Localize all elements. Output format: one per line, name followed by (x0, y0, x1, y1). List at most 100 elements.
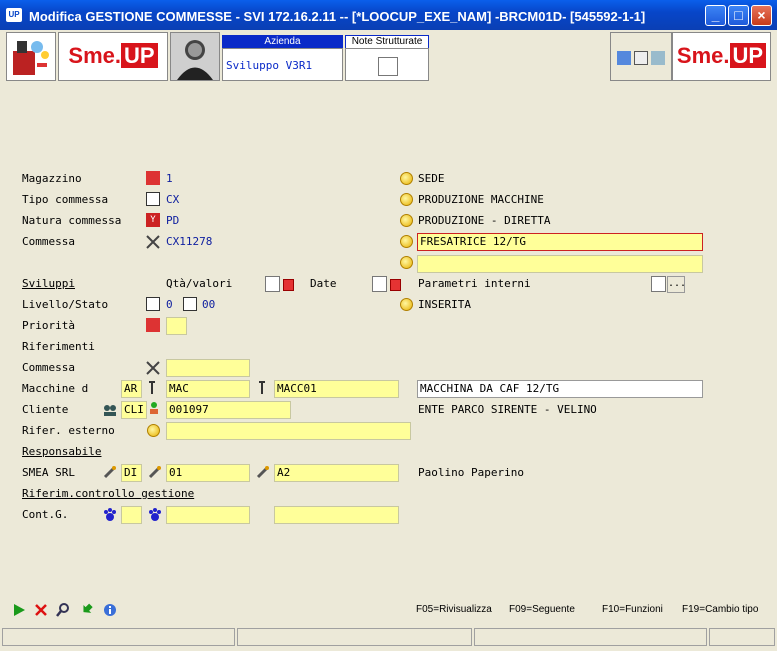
factory-icon (146, 318, 160, 332)
bulb-icon (400, 172, 413, 185)
table-icon (146, 192, 160, 206)
tools-icon (146, 234, 160, 249)
qta-checkbox[interactable] (265, 276, 280, 292)
cliente-value-input[interactable]: 001097 (166, 401, 291, 419)
azienda-header: Azienda (222, 35, 343, 48)
commessa-desc-input[interactable]: FRESATRICE 12/TG (417, 233, 703, 251)
magazzino-label: Magazzino (22, 172, 82, 185)
status-panel-4 (709, 628, 775, 646)
stato-desc: INSERITA (418, 298, 471, 311)
book-icon[interactable] (651, 51, 665, 65)
note-header: Note Strutturate (345, 35, 429, 49)
maximize-button[interactable]: □ (728, 5, 749, 26)
stato-value: 00 (202, 298, 216, 311)
bulb-icon (147, 424, 160, 437)
wrench-icon (256, 464, 270, 479)
monitor-icon[interactable] (617, 51, 631, 65)
f09-key[interactable]: F09=Seguente (509, 604, 575, 615)
bulb-icon (400, 256, 413, 269)
macchine-desc: MACCHINA DA CAF 12/TG (417, 380, 703, 398)
natura-commessa-label: Natura commessa (22, 214, 122, 227)
back-icon[interactable] (80, 602, 94, 616)
f19-key[interactable]: F19=Cambio tipo (682, 604, 758, 615)
bulb-icon (400, 298, 413, 311)
people-icon (103, 402, 117, 416)
pin-icon (258, 380, 266, 394)
search-icon[interactable] (56, 602, 70, 617)
macchine-value2-input[interactable]: MACC01 (274, 380, 399, 398)
smea-label: SMEA SRL (22, 466, 75, 479)
window-title: Modifica GESTIONE COMMESSE - SVI 172.16.… (29, 9, 646, 24)
qta-flag (283, 279, 294, 291)
cont-value2-input[interactable] (274, 506, 399, 524)
cliente-label: Cliente (22, 403, 69, 416)
note-checkbox[interactable] (378, 57, 398, 76)
qta-label: Qtà/valori (166, 277, 233, 290)
table-icon (146, 297, 160, 311)
macchine-label: Macchine d (22, 382, 89, 395)
cancel-icon[interactable] (34, 602, 48, 616)
info-icon[interactable] (103, 602, 117, 616)
macchine-value1-input[interactable]: MAC (166, 380, 250, 398)
responsabile-label: Responsabile (22, 445, 102, 458)
cliente-desc: ENTE PARCO SIRENTE - VELINO (418, 403, 597, 416)
close-button[interactable]: × (751, 5, 772, 26)
pin-icon (148, 380, 156, 394)
cliente-code-input[interactable]: CLI (121, 401, 147, 419)
azienda-value: Sviluppo V3R1 (222, 48, 343, 81)
bulb-icon (400, 214, 413, 227)
title-bar: UP Modifica GESTIONE COMMESSE - SVI 172.… (0, 0, 777, 30)
livello-label: Livello/Stato (22, 298, 109, 311)
status-panel-1 (2, 628, 235, 646)
magazzino-value: 1 (166, 172, 173, 185)
natura-commessa-desc: PRODUZIONE - DIRETTA (418, 214, 551, 227)
wrench-icon (103, 464, 117, 479)
magazzino-desc: SEDE (418, 172, 445, 185)
sviluppi-label: Sviluppi (22, 277, 75, 290)
cont-code-input[interactable] (121, 506, 142, 524)
run-icon[interactable] (12, 602, 26, 616)
tipo-commessa-value: CX (166, 193, 180, 206)
date-flag (390, 279, 401, 291)
smea-value2-input[interactable]: A2 (274, 464, 399, 482)
date-checkbox[interactable] (372, 276, 387, 292)
parametri-label: Parametri interni (418, 277, 531, 290)
tipo-commessa-label: Tipo commessa (22, 193, 109, 206)
priorita-input[interactable] (166, 317, 187, 335)
rifer-esterno-input[interactable] (166, 422, 411, 440)
f10-key[interactable]: F10=Funzioni (602, 604, 663, 615)
user-avatar (170, 32, 220, 81)
parametri-checkbox[interactable] (651, 276, 666, 292)
bulb-icon (400, 235, 413, 248)
paw-icon (148, 507, 162, 521)
rif-commessa-label: Commessa (22, 361, 75, 374)
rif-commessa-input[interactable] (166, 359, 250, 377)
commessa-label: Commessa (22, 235, 75, 248)
priorita-label: Priorità (22, 319, 75, 332)
toolbar: Sme. UP Azienda Sviluppo V3R1 Note Strutt… (4, 30, 773, 82)
cont-value1-input[interactable] (166, 506, 250, 524)
f05-key[interactable]: F05=Rivisualizza (416, 604, 492, 615)
parametri-button[interactable]: ... (667, 276, 686, 293)
tipo-commessa-desc: PRODUZIONE MACCHINE (418, 193, 544, 206)
natura-icon: Y (146, 213, 160, 227)
smeup-logo-right: Sme. UP (672, 32, 771, 81)
view-icons-group (610, 32, 672, 81)
robot-icon[interactable] (6, 32, 56, 81)
paw-icon (103, 507, 117, 521)
smea-value1-input[interactable]: 01 (166, 464, 250, 482)
commessa-desc2-input[interactable] (417, 255, 703, 273)
minimize-button[interactable]: _ (705, 5, 726, 26)
natura-commessa-value: PD (166, 214, 180, 227)
factory-icon (146, 171, 160, 185)
commessa-value: CX11278 (166, 235, 213, 248)
smea-desc: Paolino Paperino (418, 466, 524, 479)
smea-code-input[interactable]: DI (121, 464, 142, 482)
table-icon (183, 297, 197, 311)
macchine-code-input[interactable]: AR (121, 380, 142, 398)
status-panel-3 (474, 628, 707, 646)
app-icon: UP (6, 8, 22, 22)
document-icon[interactable] (634, 51, 648, 65)
tools-icon (146, 360, 160, 375)
riferimenti-label: Riferimenti (22, 340, 95, 353)
